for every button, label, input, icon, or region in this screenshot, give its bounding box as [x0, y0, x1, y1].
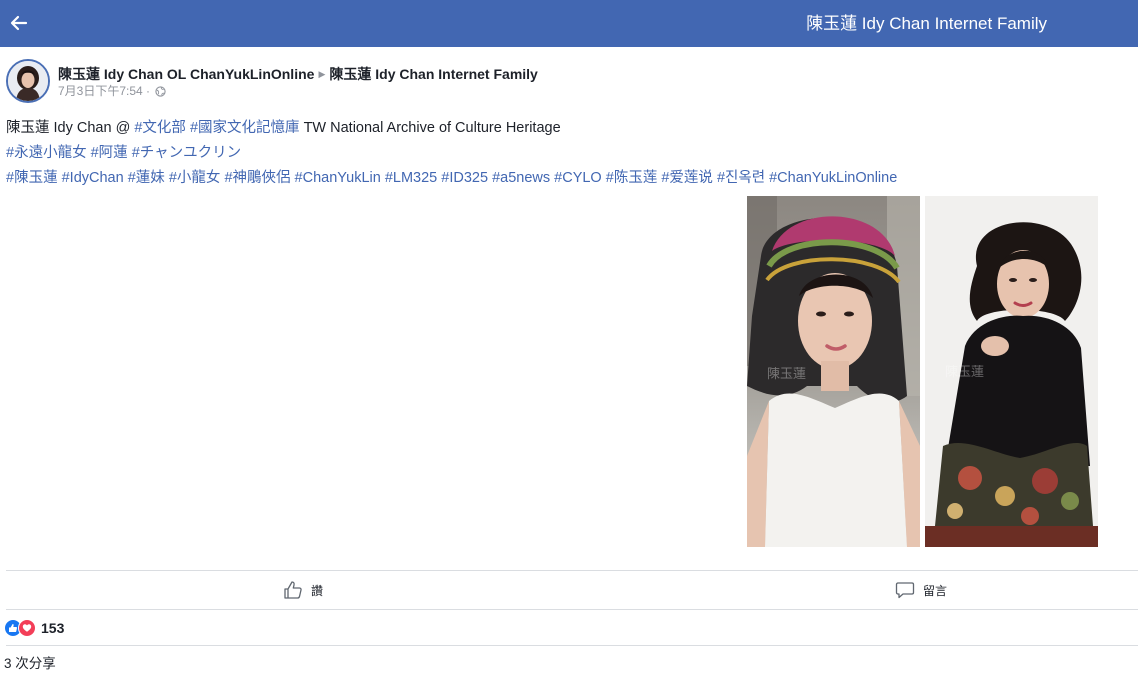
share-count[interactable]: 3 次分享	[4, 655, 56, 672]
reaction-summary[interactable]: 153	[4, 619, 64, 637]
hashtag-link[interactable]: #チャンユクリン	[132, 145, 241, 161]
hashtag-link[interactable]: #IdyChan	[62, 170, 124, 186]
back-arrow-icon	[10, 15, 28, 31]
author-avatar[interactable]	[6, 59, 50, 103]
hashtag-link[interactable]: #神鵰俠侶	[224, 170, 290, 186]
hashtag-link[interactable]: #爱莲说	[661, 170, 713, 186]
hashtag-link[interactable]: #陈玉莲	[606, 170, 658, 186]
reaction-count: 153	[41, 620, 65, 636]
hashtag-link[interactable]: #永遠小龍女	[6, 145, 87, 161]
hashtag-link[interactable]: #阿蓮	[91, 145, 128, 161]
hashtag-link[interactable]: #CYLO	[554, 170, 602, 186]
hashtag-link[interactable]: #ID325	[441, 170, 488, 186]
hashtag-link[interactable]: #小龍女	[169, 170, 221, 186]
post-text-line-1: 陳玉蓮 Idy Chan @ #文化部 #國家文化記憶庫 TW National…	[6, 116, 1126, 141]
post-timestamp[interactable]: 7月3日下午7:54 ·	[58, 84, 150, 98]
hashtag-link[interactable]: #ChanYukLin	[295, 170, 381, 186]
comment-label: 留言	[923, 583, 948, 598]
post-photo-1[interactable]: 陳玉蓮	[747, 196, 920, 547]
group-name-link[interactable]: 陳玉蓮 Idy Chan Internet Family	[329, 66, 537, 82]
love-reaction-icon	[18, 619, 36, 637]
triangle-right-icon: ▶	[318, 69, 326, 79]
post-header: 陳玉蓮 Idy Chan OL ChanYukLinOnline ▶ 陳玉蓮 Idy…	[6, 59, 1126, 105]
post-text-line-2: #永遠小龍女 #阿蓮 #チャンユクリン	[6, 141, 1126, 166]
back-button[interactable]	[6, 10, 32, 36]
divider	[6, 609, 1138, 610]
post-text-line-3: #陳玉蓮 #IdyChan #蓮妹 #小龍女 #神鵰俠侶 #ChanYukLin…	[6, 166, 1126, 191]
thumbs-up-icon	[284, 581, 302, 599]
hashtag-link[interactable]: #a5news	[492, 170, 550, 186]
svg-text:陳玉蓮: 陳玉蓮	[945, 365, 984, 380]
page-title: 陳玉蓮 Idy Chan Internet Family	[806, 14, 1047, 33]
comment-button[interactable]: 留言	[895, 578, 947, 602]
hashtag-link[interactable]: #陳玉蓮	[6, 170, 58, 186]
author-name-link[interactable]: 陳玉蓮 Idy Chan OL ChanYukLinOnline	[58, 66, 314, 82]
divider	[6, 570, 1138, 571]
hashtag-link[interactable]: #LM325	[385, 170, 437, 186]
top-bar: 陳玉蓮 Idy Chan Internet Family	[0, 0, 1138, 47]
hashtag-link[interactable]: #蓮妹	[128, 170, 165, 186]
like-label: 讚	[311, 583, 324, 598]
post-title: 陳玉蓮 Idy Chan OL ChanYukLinOnline ▶ 陳玉蓮 Idy…	[58, 65, 538, 83]
divider	[6, 645, 1138, 646]
hashtag-link[interactable]: #文化部	[134, 120, 186, 136]
post-text-prefix: 陳玉蓮 Idy Chan @	[6, 120, 131, 136]
speech-bubble-icon	[895, 582, 915, 599]
like-button[interactable]: 讚	[283, 578, 323, 602]
globe-icon	[155, 86, 167, 101]
svg-text:陳玉蓮: 陳玉蓮	[767, 367, 806, 382]
post-meta: 7月3日下午7:54 ·	[58, 84, 167, 101]
post-text-suffix: TW National Archive of Culture Heritage	[303, 120, 561, 136]
post-text: 陳玉蓮 Idy Chan @ #文化部 #國家文化記憶庫 TW National…	[6, 116, 1126, 191]
hashtag-link[interactable]: #진옥련	[717, 170, 765, 186]
hashtag-link[interactable]: #ChanYukLinOnline	[769, 170, 897, 186]
hashtag-link[interactable]: #國家文化記憶庫	[190, 120, 300, 136]
post-photo-2[interactable]: 陳玉蓮	[925, 196, 1098, 547]
